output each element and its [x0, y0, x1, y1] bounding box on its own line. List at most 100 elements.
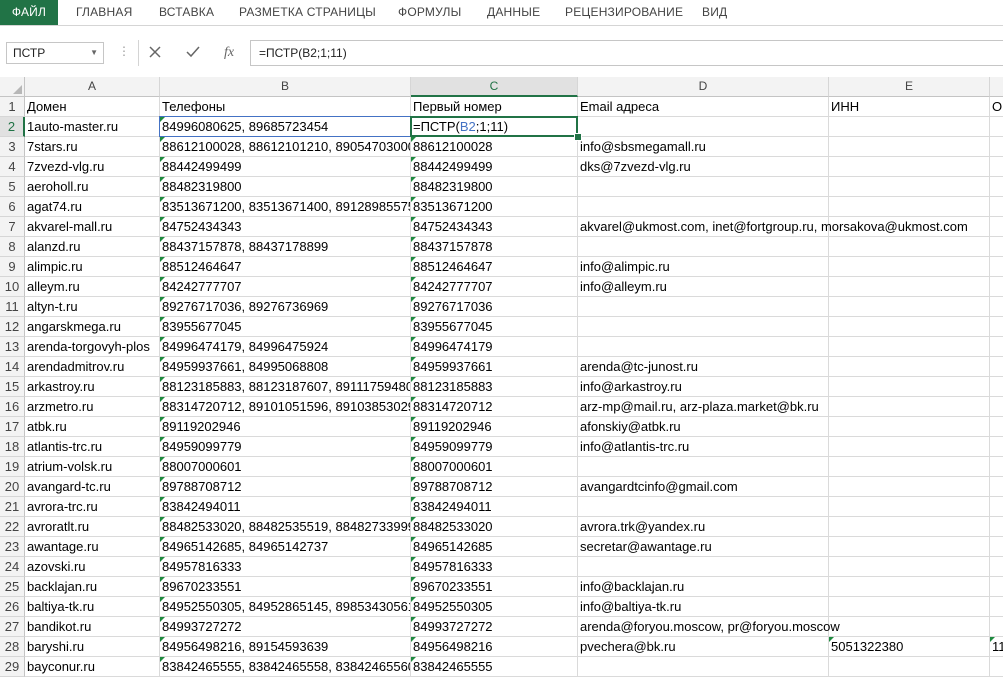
cell-d29[interactable]	[578, 657, 829, 677]
cell-a9[interactable]: alimpic.ru	[25, 257, 160, 277]
cell-c23[interactable]: 84965142685	[411, 537, 578, 557]
cell-b11[interactable]: 89276717036, 89276736969	[160, 297, 411, 317]
column-header-e[interactable]: E	[829, 77, 990, 97]
cancel-icon[interactable]	[140, 42, 170, 64]
cell-e21[interactable]	[829, 497, 990, 517]
cell-c12[interactable]: 83955677045	[411, 317, 578, 337]
cell-c19[interactable]: 88007000601	[411, 457, 578, 477]
cell-o19[interactable]	[990, 457, 1003, 477]
cell-e25[interactable]	[829, 577, 990, 597]
cell-a27[interactable]: bandikot.ru	[25, 617, 160, 637]
cell-c10[interactable]: 84242777707	[411, 277, 578, 297]
cell-o5[interactable]	[990, 177, 1003, 197]
cell-d2[interactable]	[578, 117, 829, 137]
row-header[interactable]: 10	[0, 277, 25, 297]
cell-a20[interactable]: avangard-tc.ru	[25, 477, 160, 497]
cell-b10[interactable]: 84242777707	[160, 277, 411, 297]
cell-c13[interactable]: 84996474179	[411, 337, 578, 357]
cell-a3[interactable]: 7stars.ru	[25, 137, 160, 157]
cell-b8[interactable]: 88437157878, 88437178899	[160, 237, 411, 257]
cell-a15[interactable]: arkastroy.ru	[25, 377, 160, 397]
cell-a11[interactable]: altyn-t.ru	[25, 297, 160, 317]
row-header[interactable]: 24	[0, 557, 25, 577]
tab-data[interactable]: ДАННЫЕ	[487, 0, 540, 25]
row-header[interactable]: 5	[0, 177, 25, 197]
tab-review[interactable]: РЕЦЕНЗИРОВАНИЕ	[565, 0, 683, 25]
cell-a4[interactable]: 7zvezd-vlg.ru	[25, 157, 160, 177]
cell-c3[interactable]: 88612100028	[411, 137, 578, 157]
cell-c26[interactable]: 84952550305	[411, 597, 578, 617]
cell-d3[interactable]: info@sbsmegamall.ru	[578, 137, 829, 157]
row-header[interactable]: 26	[0, 597, 25, 617]
cell-a10[interactable]: alleym.ru	[25, 277, 160, 297]
cell-e8[interactable]	[829, 237, 990, 257]
cell-e9[interactable]	[829, 257, 990, 277]
tab-home[interactable]: ГЛАВНАЯ	[76, 0, 132, 25]
cell-o21[interactable]	[990, 497, 1003, 517]
cell-c29[interactable]: 83842465555	[411, 657, 578, 677]
cell-d4[interactable]: dks@7zvezd-vlg.ru	[578, 157, 829, 177]
cell-e12[interactable]	[829, 317, 990, 337]
cell-o11[interactable]	[990, 297, 1003, 317]
cell-e6[interactable]	[829, 197, 990, 217]
cell-b15[interactable]: 88123185883, 88123187607, 89111759480	[160, 377, 411, 397]
row-header[interactable]: 8	[0, 237, 25, 257]
cell-b7[interactable]: 84752434343	[160, 217, 411, 237]
tab-formulas[interactable]: ФОРМУЛЫ	[398, 0, 461, 25]
cell-b19[interactable]: 88007000601	[160, 457, 411, 477]
cell-d11[interactable]	[578, 297, 829, 317]
column-header-d[interactable]: D	[578, 77, 829, 97]
cell-o23[interactable]	[990, 537, 1003, 557]
cell-c8[interactable]: 88437157878	[411, 237, 578, 257]
cell-d23[interactable]: secretar@awantage.ru	[578, 537, 829, 557]
cell-e18[interactable]	[829, 437, 990, 457]
row-header[interactable]: 4	[0, 157, 25, 177]
cell-e3[interactable]	[829, 137, 990, 157]
cell-c6[interactable]: 83513671200	[411, 197, 578, 217]
cell-a19[interactable]: atrium-volsk.ru	[25, 457, 160, 477]
cell-d15[interactable]: info@arkastroy.ru	[578, 377, 829, 397]
cell-o25[interactable]	[990, 577, 1003, 597]
cell-d14[interactable]: arenda@tc-junost.ru	[578, 357, 829, 377]
cell-c7[interactable]: 84752434343	[411, 217, 578, 237]
cell-o6[interactable]	[990, 197, 1003, 217]
cell-a25[interactable]: backlajan.ru	[25, 577, 160, 597]
cell-c11[interactable]: 89276717036	[411, 297, 578, 317]
cell-e20[interactable]	[829, 477, 990, 497]
cell-e26[interactable]	[829, 597, 990, 617]
cell-d5[interactable]	[578, 177, 829, 197]
cell-c16[interactable]: 88314720712	[411, 397, 578, 417]
cell-c15[interactable]: 88123185883	[411, 377, 578, 397]
cell-b28[interactable]: 84956498216, 89154593639	[160, 637, 411, 657]
cell-c1[interactable]: Первый номер	[411, 97, 578, 117]
cell-e10[interactable]	[829, 277, 990, 297]
cell-a17[interactable]: atbk.ru	[25, 417, 160, 437]
cell-o18[interactable]	[990, 437, 1003, 457]
cell-b13[interactable]: 84996474179, 84996475924	[160, 337, 411, 357]
row-header[interactable]: 22	[0, 517, 25, 537]
cell-d7[interactable]: akvarel@ukmost.com, inet@fortgroup.ru, m…	[578, 217, 968, 237]
cell-d19[interactable]	[578, 457, 829, 477]
cell-a26[interactable]: baltiya-tk.ru	[25, 597, 160, 617]
cell-d1[interactable]: Email адреса	[578, 97, 829, 117]
cell-o16[interactable]	[990, 397, 1003, 417]
cell-o2[interactable]	[990, 117, 1003, 137]
cell-a1[interactable]: Домен	[25, 97, 160, 117]
column-header-c[interactable]: C	[411, 77, 578, 97]
cell-e2[interactable]	[829, 117, 990, 137]
cell-e15[interactable]	[829, 377, 990, 397]
cell-d13[interactable]	[578, 337, 829, 357]
cell-e17[interactable]	[829, 417, 990, 437]
cell-o27[interactable]	[990, 617, 1003, 637]
cell-e27[interactable]	[829, 617, 990, 637]
cell-c22[interactable]: 88482533020	[411, 517, 578, 537]
cell-o14[interactable]	[990, 357, 1003, 377]
row-header[interactable]: 1	[0, 97, 25, 117]
cell-d8[interactable]	[578, 237, 829, 257]
cell-o4[interactable]	[990, 157, 1003, 177]
cell-c21[interactable]: 83842494011	[411, 497, 578, 517]
select-all-corner[interactable]	[0, 77, 25, 97]
cell-a13[interactable]: arenda-torgovyh-plos	[25, 337, 160, 357]
row-header[interactable]: 25	[0, 577, 25, 597]
cell-o29[interactable]	[990, 657, 1003, 677]
